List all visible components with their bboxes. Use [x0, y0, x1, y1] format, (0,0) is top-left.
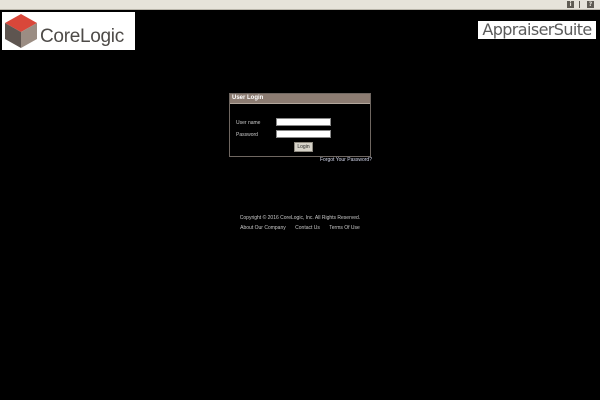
info-icon[interactable]: i [567, 1, 574, 8]
login-title: User Login [230, 94, 370, 104]
top-toolbar: i ? [0, 0, 600, 10]
login-button[interactable]: Login [294, 142, 313, 152]
terms-of-use-link[interactable]: Terms Of Use [329, 225, 360, 231]
forgot-password-link[interactable]: Forgot Your Password? [320, 157, 372, 163]
username-input[interactable] [276, 118, 331, 126]
corelogic-logo[interactable]: CoreLogic [2, 12, 135, 50]
copyright-text: Copyright © 2016 CoreLogic, Inc. All Rig… [239, 215, 361, 221]
logo-text: CoreLogic [40, 26, 124, 47]
toolbar-divider [579, 1, 580, 8]
username-label: User name [236, 120, 261, 126]
about-company-link[interactable]: About Our Company [240, 225, 286, 231]
footer-links: About Our Company Contact Us Terms Of Us… [0, 225, 600, 231]
password-label: Password [236, 132, 258, 138]
password-input[interactable] [276, 130, 331, 138]
login-panel: User Login User name Password Login [229, 93, 371, 157]
appraisersuite-brand: AppraiserSuite [478, 21, 596, 39]
help-icon[interactable]: ? [587, 1, 594, 8]
corelogic-cube-icon [5, 14, 37, 48]
contact-us-link[interactable]: Contact Us [295, 225, 320, 231]
